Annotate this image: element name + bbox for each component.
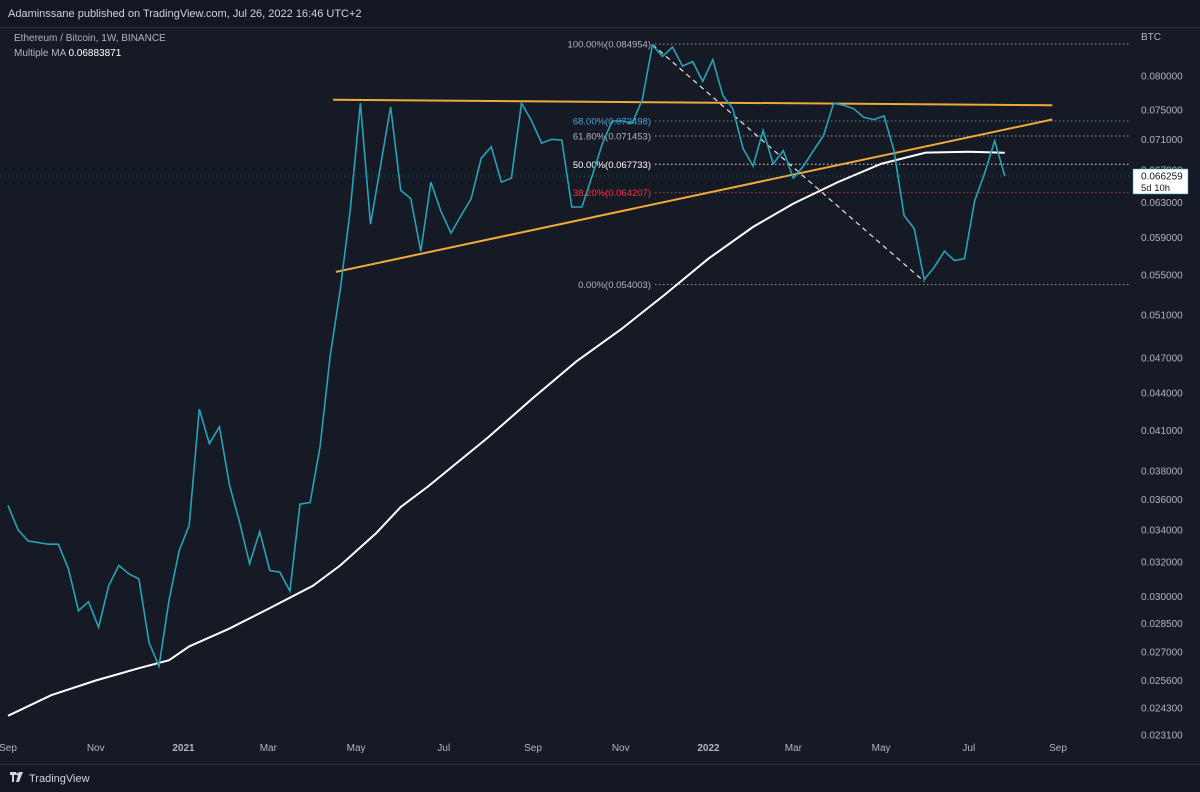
y-unit-label: BTC: [1141, 32, 1161, 43]
y-tick-label: 0.034000: [1141, 525, 1183, 536]
y-tick-label: 0.055000: [1141, 270, 1183, 281]
footer-brand[interactable]: TradingView: [29, 773, 90, 785]
y-tick-label: 0.025600: [1141, 676, 1183, 687]
fib-level-label: 50.00%(0.067733): [573, 160, 651, 171]
y-tick-label: 0.024300: [1141, 704, 1183, 715]
fib-level-label: 100.00%(0.084954): [568, 40, 651, 51]
x-tick-label: May: [872, 743, 891, 754]
trendline: [335, 118, 1053, 273]
price-label-value: 0.066259: [1141, 171, 1183, 182]
y-tick-label: 0.059000: [1141, 233, 1183, 244]
y-tick-label: 0.041000: [1141, 426, 1183, 437]
x-tick-label: Jul: [437, 743, 450, 754]
y-tick-label: 0.075000: [1141, 106, 1183, 117]
chart-legend: Ethereum / Bitcoin, 1W, BINANCE Multiple…: [14, 31, 166, 61]
x-tick-label: Sep: [0, 743, 17, 754]
ma-label: Multiple MA: [14, 48, 66, 59]
y-tick-label: 0.027000: [1141, 648, 1183, 659]
price-series-line: [7, 43, 1006, 670]
tradingview-logo-icon[interactable]: [10, 772, 24, 785]
y-tick-label: 0.051000: [1141, 310, 1183, 321]
x-tick-label: Mar: [260, 743, 278, 754]
x-tick-label: May: [347, 743, 366, 754]
y-tick-label: 0.036000: [1141, 495, 1183, 506]
x-tick-label: Nov: [87, 743, 105, 754]
ma-legend[interactable]: Multiple MA 0.06883871: [14, 46, 166, 61]
ma-value: 0.06883871: [68, 48, 122, 59]
x-tick-label: Jul: [962, 743, 975, 754]
chart-svg[interactable]: 100.00%(0.084954)68.00%(0.073498)61.80%(…: [0, 0, 1200, 792]
x-tick-label: Nov: [612, 743, 630, 754]
trendline: [333, 98, 1053, 107]
y-tick-label: 0.044000: [1141, 389, 1183, 400]
y-tick-label: 0.030000: [1141, 592, 1183, 603]
y-tick-label: 0.071000: [1141, 135, 1183, 146]
y-tick-label: 0.063000: [1141, 198, 1183, 209]
x-tick-label: 2021: [172, 743, 195, 754]
symbol-label[interactable]: Ethereum / Bitcoin, 1W, BINANCE: [14, 31, 166, 46]
y-tick-label: 0.032000: [1141, 558, 1183, 569]
x-tick-label: 2022: [697, 743, 720, 754]
y-tick-label: 0.023100: [1141, 731, 1183, 742]
fib-level-label: 61.80%(0.071453): [573, 131, 651, 142]
y-tick-label: 0.028500: [1141, 619, 1183, 630]
fib-level-label: 0.00%(0.054003): [578, 280, 651, 291]
y-tick-label: 0.038000: [1141, 466, 1183, 477]
x-tick-label: Sep: [1049, 743, 1067, 754]
x-tick-label: Sep: [524, 743, 542, 754]
y-tick-label: 0.047000: [1141, 354, 1183, 365]
footer-bar: TradingView: [0, 764, 1200, 792]
price-label-countdown: 5d 10h: [1141, 183, 1170, 194]
y-tick-label: 0.080000: [1141, 72, 1183, 83]
x-tick-label: Mar: [785, 743, 803, 754]
